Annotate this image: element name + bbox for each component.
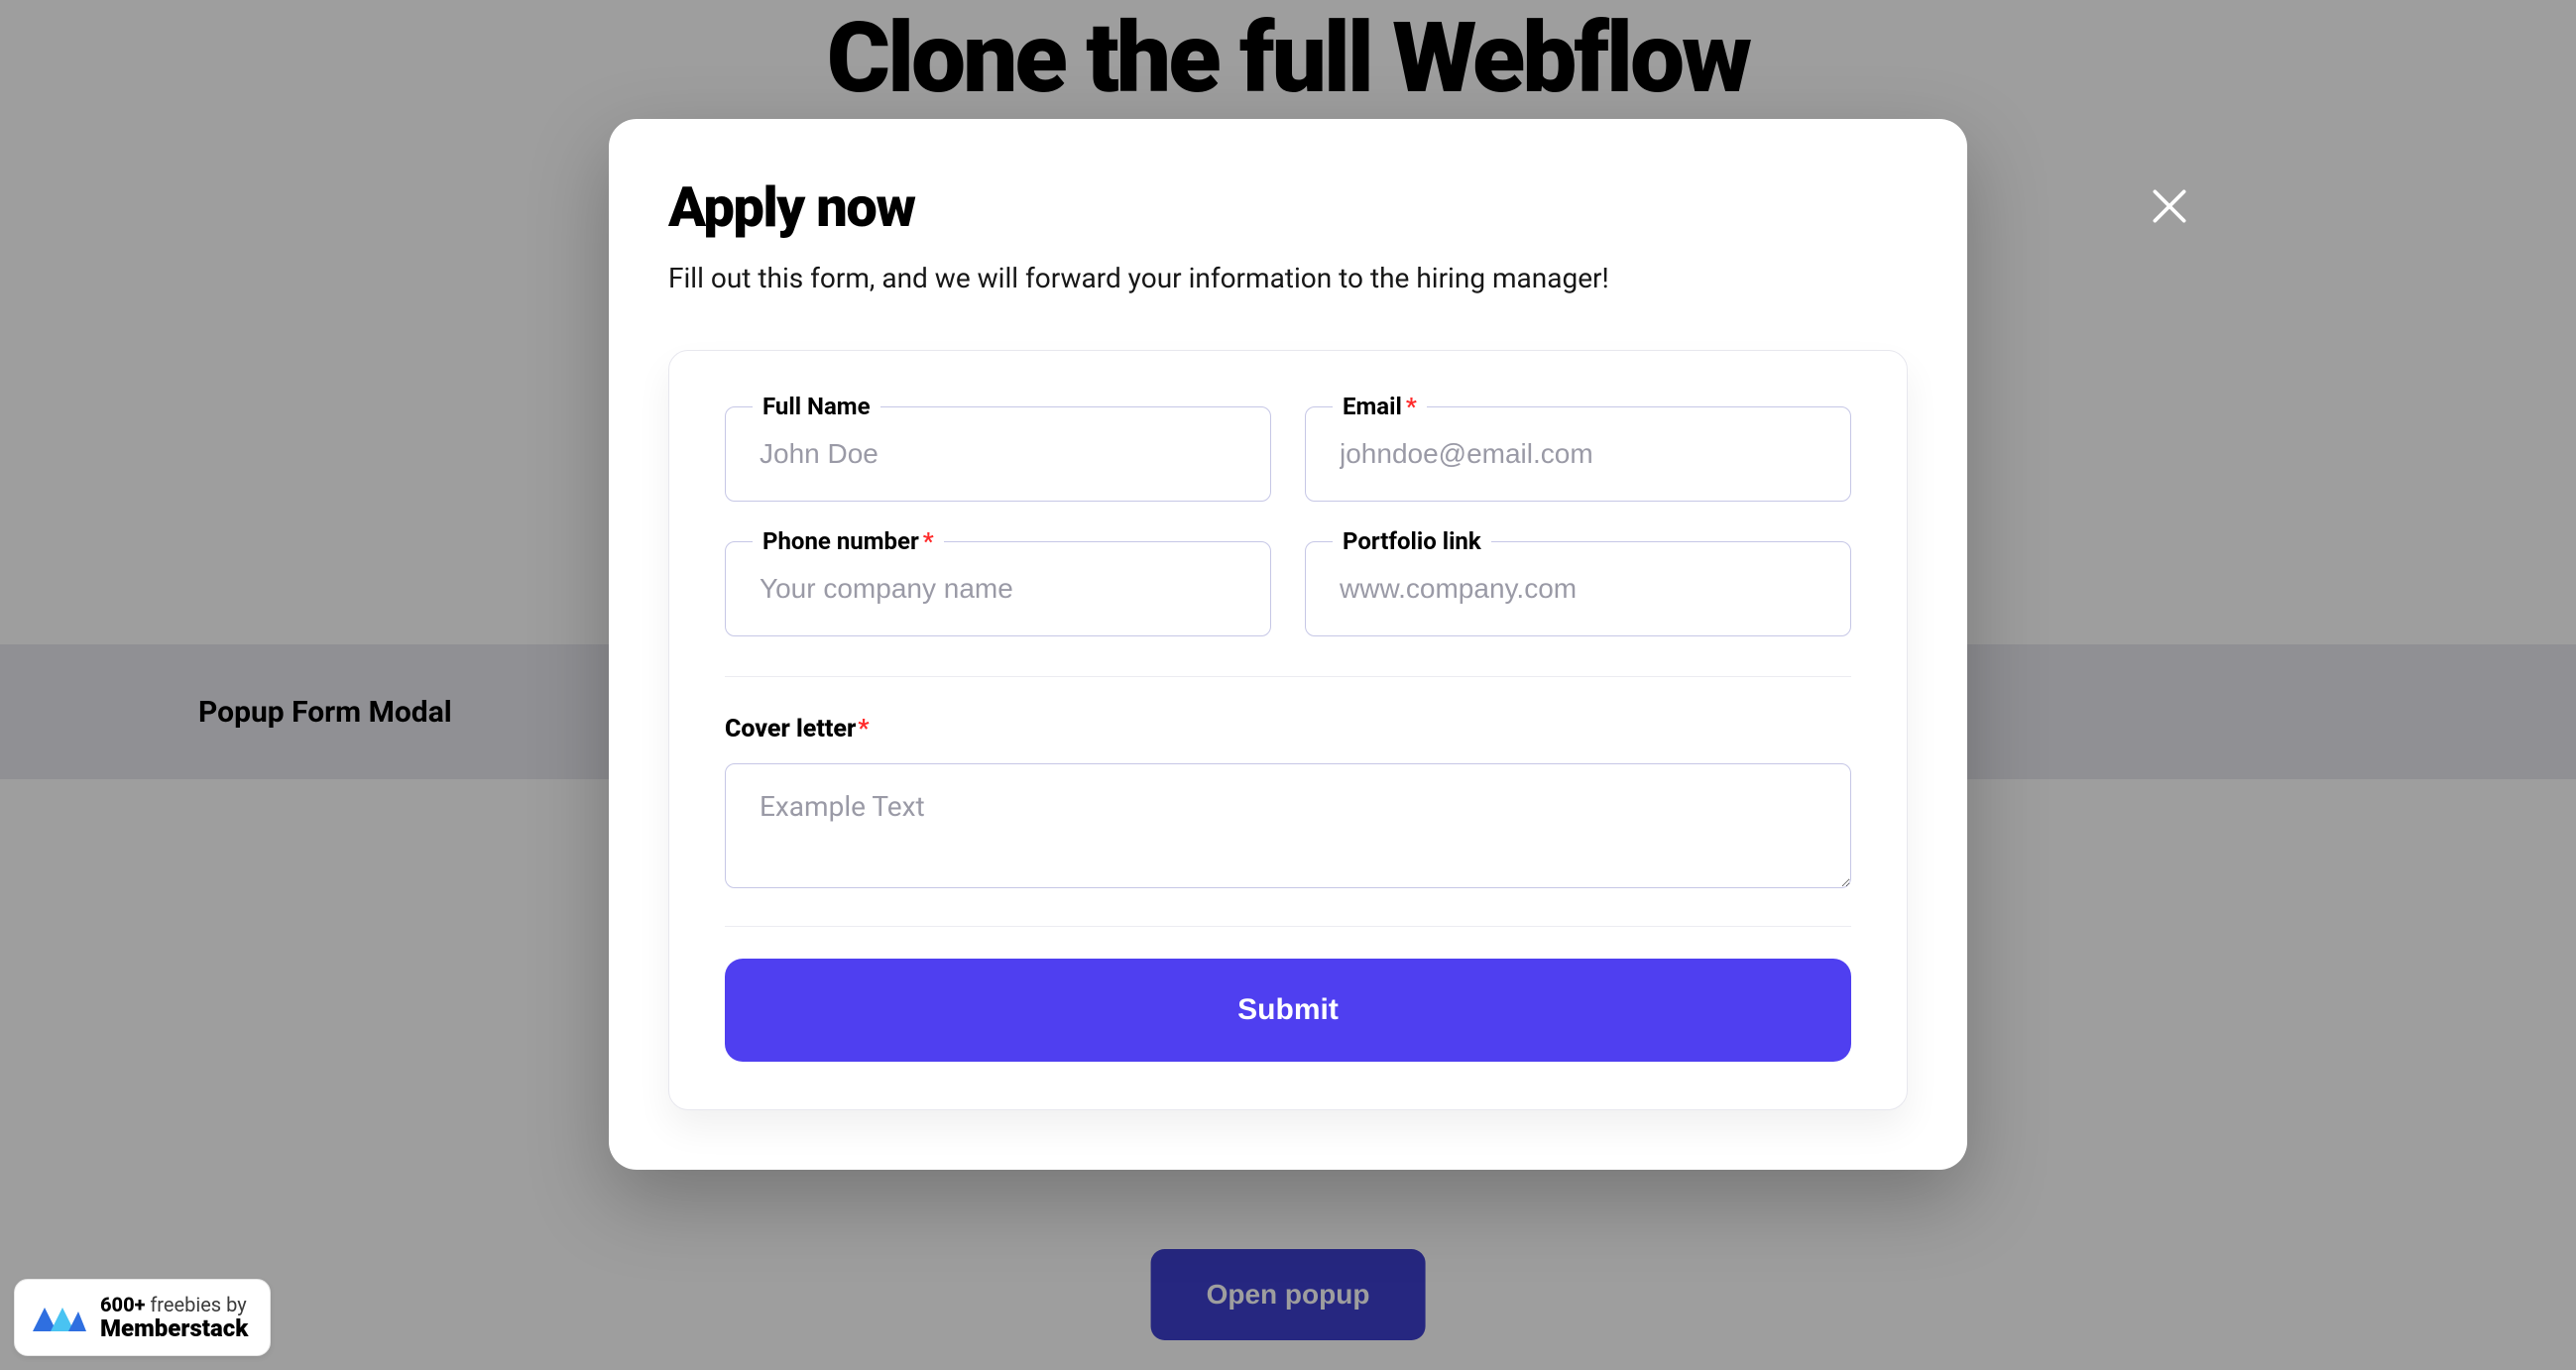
- badge-top-line: 600+ freebies by: [100, 1294, 248, 1315]
- form-divider: [725, 926, 1851, 927]
- cover-letter-textarea[interactable]: [725, 763, 1851, 888]
- label-phone: Phone number *: [753, 527, 944, 555]
- modal-subtitle: Fill out this form, and we will forward …: [668, 262, 1908, 294]
- form-row-1: Full Name Email *: [725, 406, 1851, 502]
- memberstack-logo-icon: [31, 1298, 86, 1337]
- full-name-input[interactable]: [725, 406, 1271, 502]
- field-cover-letter: Cover letter*: [725, 715, 1851, 892]
- email-input[interactable]: [1305, 406, 1851, 502]
- label-portfolio: Portfolio link: [1333, 527, 1491, 555]
- badge-bottom-line: Memberstack: [100, 1315, 248, 1341]
- close-icon: [2148, 184, 2191, 228]
- field-full-name: Full Name: [725, 406, 1271, 502]
- close-button[interactable]: [2140, 176, 2199, 236]
- field-phone: Phone number *: [725, 541, 1271, 636]
- form-row-2: Phone number * Portfolio link: [725, 541, 1851, 636]
- row-separator: [725, 676, 1851, 677]
- portfolio-input[interactable]: [1305, 541, 1851, 636]
- apply-modal: Apply now Fill out this form, and we wil…: [609, 119, 1967, 1170]
- memberstack-badge[interactable]: 600+ freebies by Memberstack: [14, 1279, 271, 1356]
- field-email: Email *: [1305, 406, 1851, 502]
- label-email: Email *: [1333, 393, 1427, 420]
- label-cover-letter: Cover letter*: [725, 715, 1851, 743]
- form-card: Full Name Email * Phone number *: [668, 350, 1908, 1110]
- submit-button[interactable]: Submit: [725, 959, 1851, 1062]
- phone-input[interactable]: [725, 541, 1271, 636]
- badge-text: 600+ freebies by Memberstack: [100, 1294, 248, 1341]
- label-full-name: Full Name: [753, 393, 880, 420]
- field-portfolio: Portfolio link: [1305, 541, 1851, 636]
- modal-title: Apply now: [668, 174, 1908, 240]
